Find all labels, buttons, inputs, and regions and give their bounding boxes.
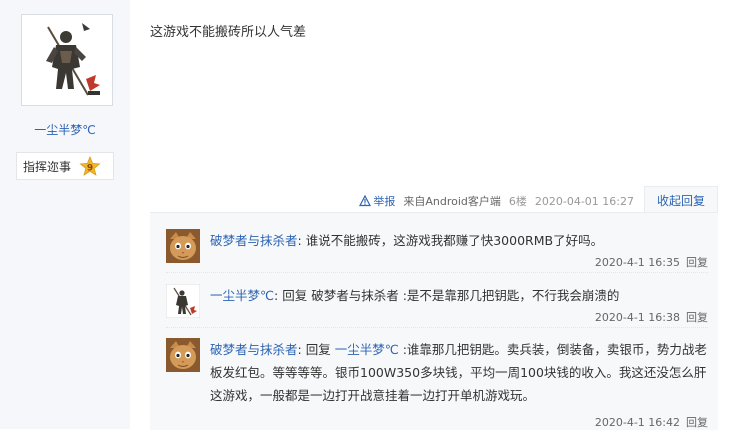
reply-prefix: 回复 [301,342,335,357]
reply-username[interactable]: 破梦者与抹杀者 [210,233,298,248]
author-sidebar: 一尘半梦℃ 指挥迩事 9 [0,0,130,429]
reply-time: 2020-4-1 16:38 [594,311,680,324]
reply-prefix: 回复 [278,288,312,303]
reply-content: :是不是靠那几把钥匙，不行我会崩溃的 [398,288,620,303]
post-content: 这游戏不能搬砖所以人气差 [150,25,307,40]
cat-avatar-icon[interactable] [166,338,200,372]
level-title: 指挥迩事 [23,159,72,174]
divider [166,272,708,273]
star-level-icon: 9 [79,155,101,181]
warning-icon [359,195,372,207]
cat-avatar-icon[interactable] [166,229,200,263]
reply-target-user: 破梦者与抹杀者 [311,288,399,303]
reply-content: 谁说不能搬砖，这游戏我都赚了快3000RMB了好吗。 [301,233,604,248]
reply-meta: 2020-4-1 16:38 回复 [595,309,708,325]
reply-time: 2020-4-1 16:42 [594,416,680,429]
post-tail: 举报 来自Android客户端 6楼 2020-04-01 16:27 [359,193,634,209]
reply-button[interactable]: 回复 [686,256,708,269]
reply-username[interactable]: 一尘半梦℃ [210,288,274,303]
reply-time: 2020-4-1 16:35 [594,256,680,269]
collapse-replies-button[interactable]: 收起回复 [644,186,718,213]
report-link[interactable]: 举报 [359,193,395,209]
client-source[interactable]: 来自Android客户端 [403,193,501,209]
author-avatar[interactable] [21,14,113,106]
reply-meta: 2020-4-1 16:42 回复 [595,414,708,430]
reply-button[interactable]: 回复 [686,311,708,324]
reply-meta: 2020-4-1 16:35 回复 [595,254,708,270]
reply-text: 一尘半梦℃: 回复 破梦者与抹杀者 :是不是靠那几把钥匙，不行我会崩溃的 [210,284,708,307]
warrior-avatar-icon[interactable] [166,284,200,318]
report-label: 举报 [373,195,396,208]
warrior-avatar-icon [24,17,110,103]
reply-username[interactable]: 破梦者与抹杀者 [210,342,298,357]
reply-list: 破梦者与抹杀者: 谁说不能搬砖，这游戏我都赚了快3000RMB了好吗。 2020… [150,212,718,430]
post-time: 2020-04-01 16:27 [534,194,634,208]
level-badge-box[interactable]: 指挥迩事 9 [16,152,114,180]
divider [166,327,708,328]
author-name[interactable]: 一尘半梦℃ [0,121,130,138]
reply-target-user[interactable]: 一尘半梦℃ [335,342,399,357]
reply-text: 破梦者与抹杀者: 回复 一尘半梦℃ :谁靠那几把钥匙。卖兵装，倒装备，卖银币，势… [210,338,708,407]
reply-text: 破梦者与抹杀者: 谁说不能搬砖，这游戏我都赚了快3000RMB了好吗。 [210,229,708,252]
reply-button[interactable]: 回复 [686,416,708,429]
level-number: 9 [87,164,93,174]
floor-number: 6楼 [508,195,527,208]
